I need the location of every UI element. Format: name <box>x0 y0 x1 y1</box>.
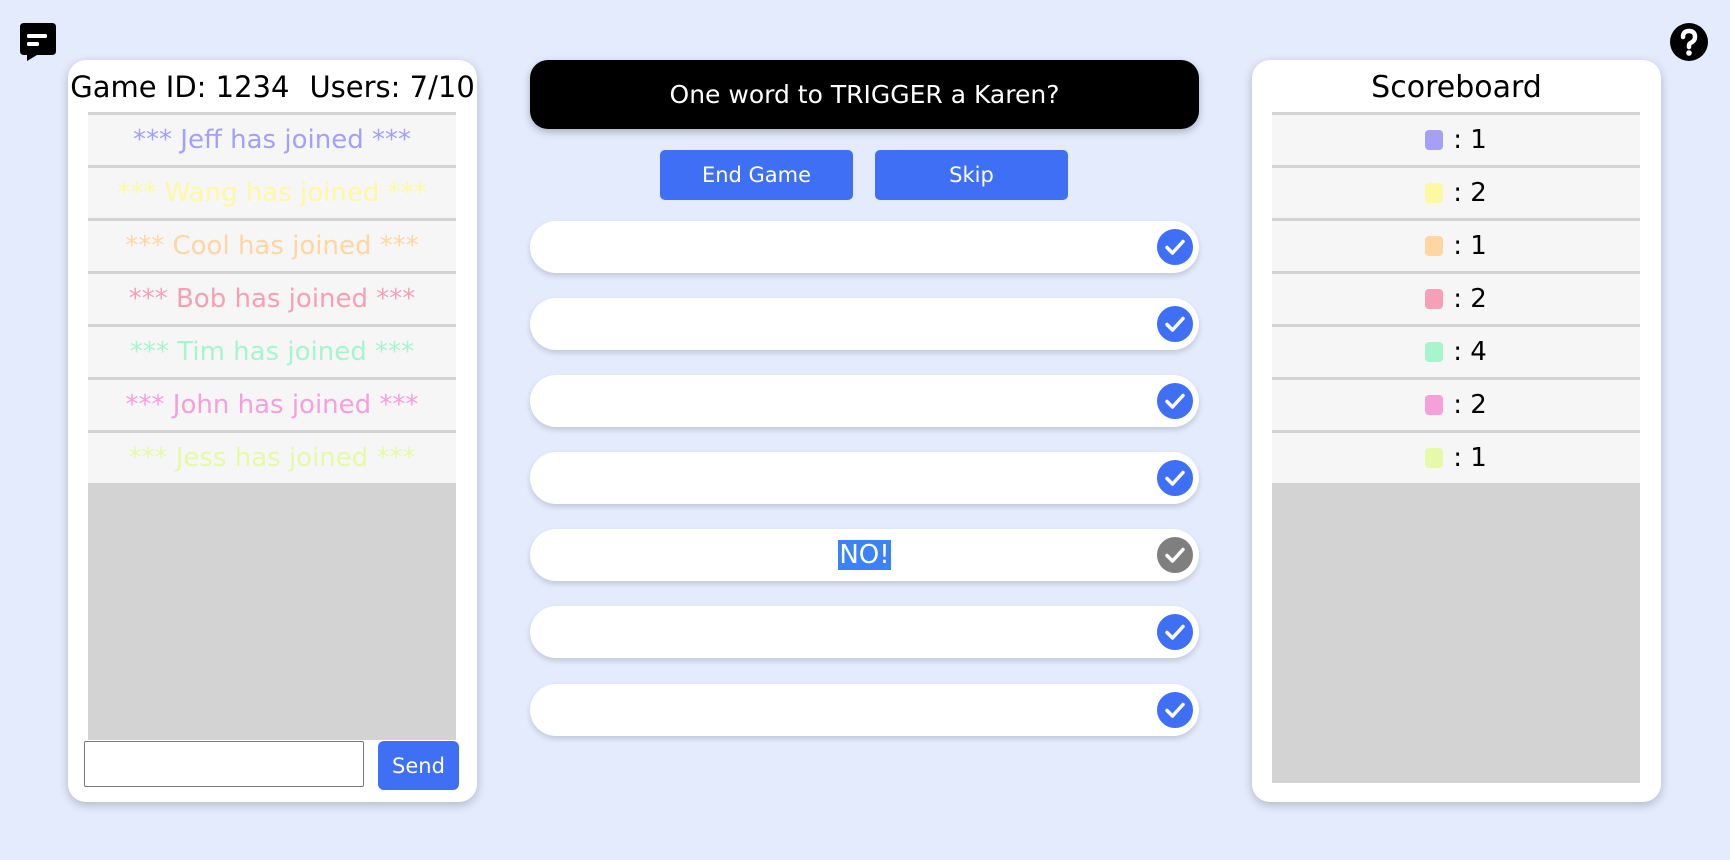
answer-row[interactable] <box>530 221 1199 273</box>
score-row: : 4 <box>1272 327 1640 380</box>
check-circle-icon[interactable] <box>1154 689 1196 731</box>
check-circle-icon[interactable] <box>1154 303 1196 345</box>
question-banner: One word to TRIGGER a Karen? <box>530 60 1199 129</box>
player-score: : 1 <box>1453 125 1487 155</box>
player-color-swatch <box>1425 342 1444 362</box>
player-score: : 2 <box>1453 284 1487 314</box>
game-info-header: Game ID: 1234 Users: 7/10 <box>68 70 477 104</box>
chat-message: *** Wang has joined *** <box>88 168 456 221</box>
answer-row[interactable]: NO! <box>530 529 1199 581</box>
chat-message-list[interactable]: *** Jeff has joined *** *** Wang has join… <box>88 112 456 740</box>
send-button[interactable]: Send <box>378 741 459 790</box>
chat-message: *** Jess has joined *** <box>88 433 456 486</box>
player-color-swatch <box>1425 395 1444 415</box>
check-circle-icon[interactable] <box>1154 611 1196 653</box>
answer-row[interactable] <box>530 684 1199 736</box>
score-row: : 2 <box>1272 168 1640 221</box>
answer-row[interactable] <box>530 298 1199 350</box>
answer-text-wrapper <box>530 375 1199 427</box>
end-game-button[interactable]: End Game <box>660 150 853 200</box>
users-count-label: Users: 7/10 <box>309 70 475 104</box>
chat-bubble-icon[interactable] <box>17 21 59 63</box>
player-score: : 1 <box>1453 231 1487 261</box>
check-circle-icon[interactable] <box>1154 457 1196 499</box>
answer-row[interactable] <box>530 606 1199 658</box>
check-circle-icon[interactable] <box>1154 226 1196 268</box>
player-color-swatch <box>1425 236 1444 256</box>
chat-message: *** John has joined *** <box>88 380 456 433</box>
answer-text-wrapper <box>530 606 1199 658</box>
chat-message: *** Jeff has joined *** <box>88 115 456 168</box>
chat-message: *** Tim has joined *** <box>88 327 456 380</box>
score-row: : 1 <box>1272 433 1640 486</box>
answer-text-wrapper <box>530 684 1199 736</box>
chat-message: *** Bob has joined *** <box>88 274 456 327</box>
scoreboard-title: Scoreboard <box>1371 70 1542 105</box>
answer-text: NO! <box>838 540 891 570</box>
check-circle-icon[interactable] <box>1154 380 1196 422</box>
answer-text-wrapper <box>530 452 1199 504</box>
player-score: : 4 <box>1453 337 1487 367</box>
player-score: : 1 <box>1453 443 1487 473</box>
player-color-swatch <box>1425 448 1444 468</box>
score-row: : 2 <box>1272 274 1640 327</box>
score-row: : 2 <box>1272 380 1640 433</box>
scoreboard-panel: Scoreboard : 1 : 2 : 1 : 2 : 4 : 2 : 1 <box>1252 60 1661 802</box>
player-color-swatch <box>1425 289 1444 309</box>
game-id-label: Game ID: 1234 <box>70 70 290 104</box>
answer-text-wrapper <box>530 298 1199 350</box>
skip-button[interactable]: Skip <box>875 150 1068 200</box>
question-text: One word to TRIGGER a Karen? <box>669 80 1060 109</box>
answer-row[interactable] <box>530 452 1199 504</box>
player-score: : 2 <box>1453 178 1487 208</box>
score-row: : 1 <box>1272 115 1640 168</box>
chat-panel: Game ID: 1234 Users: 7/10 *** Jeff has jo… <box>68 60 477 802</box>
answer-text-wrapper: NO! <box>530 529 1199 581</box>
scoreboard-list: : 1 : 2 : 1 : 2 : 4 : 2 : 1 <box>1272 112 1640 783</box>
chat-message: *** Cool has joined *** <box>88 221 456 274</box>
check-circle-icon[interactable] <box>1154 534 1196 576</box>
player-color-swatch <box>1425 130 1444 150</box>
answer-text-wrapper <box>530 221 1199 273</box>
chat-input[interactable] <box>84 741 364 787</box>
help-icon[interactable] <box>1669 22 1709 62</box>
score-row: : 1 <box>1272 221 1640 274</box>
answer-row[interactable] <box>530 375 1199 427</box>
player-score: : 2 <box>1453 390 1487 420</box>
player-color-swatch <box>1425 183 1444 203</box>
